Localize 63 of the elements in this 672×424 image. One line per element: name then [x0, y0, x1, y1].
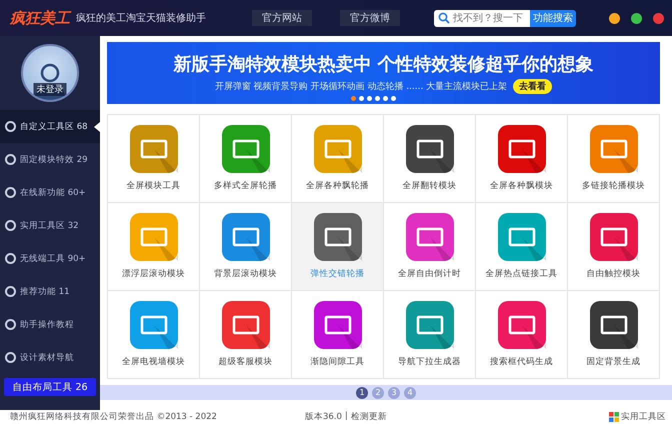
- circle-icon: [5, 121, 16, 132]
- sidebar-item[interactable]: 助手操作教程: [0, 308, 100, 341]
- circle-icon: [5, 187, 16, 198]
- version-text: 版本36.0: [304, 411, 342, 423]
- sidebar-item[interactable]: 固定模块特效 29: [0, 143, 100, 176]
- carousel-dot[interactable]: [375, 96, 380, 101]
- tool-tile[interactable]: 渐隐间隙工具: [292, 291, 384, 379]
- circle-icon: [5, 319, 16, 330]
- carousel-dot[interactable]: [367, 96, 372, 101]
- banner-title: 新版手淘特效模块热卖中 个性特效装修超乎你的想象: [173, 53, 594, 76]
- circle-icon: [5, 286, 16, 297]
- sidebar-item[interactable]: 无线端工具 90+: [0, 242, 100, 275]
- tool-tile[interactable]: 固定背景生成: [568, 291, 660, 379]
- layout-tool-button[interactable]: 自由布局工具 26: [4, 378, 96, 396]
- nav-button[interactable]: 官方网站: [252, 10, 312, 26]
- page-button[interactable]: 1: [356, 386, 368, 398]
- tool-tile[interactable]: 全屏翻转模块: [384, 115, 476, 203]
- carousel-dot[interactable]: [383, 96, 388, 101]
- carousel-dot[interactable]: [391, 96, 396, 101]
- tool-tile[interactable]: 多样式全屏轮播: [200, 115, 292, 203]
- circle-icon: [5, 220, 16, 231]
- tool-tile[interactable]: 多链接轮播模块: [568, 115, 660, 203]
- selection-notch: [94, 122, 100, 132]
- tool-tile[interactable]: 自由触控模块: [568, 203, 660, 291]
- app-tagline: 疯狂的美工淘宝天猫装修助手: [76, 12, 206, 25]
- window-control[interactable]: [609, 12, 620, 24]
- tool-tile[interactable]: 导航下拉生成器: [384, 291, 476, 379]
- sidebar-item[interactable]: 在线新功能 60+: [0, 176, 100, 209]
- tools-link[interactable]: 实用工具区: [609, 411, 666, 423]
- circle-icon: [5, 154, 16, 165]
- nav-button[interactable]: 官方微博: [340, 10, 400, 26]
- search-field[interactable]: 找不到？搜一下: [434, 10, 530, 26]
- view-button[interactable]: 去看看: [513, 79, 552, 94]
- carousel-dot[interactable]: [351, 96, 356, 101]
- tool-tile[interactable]: 全屏热点链接工具: [476, 203, 568, 291]
- copyright-text: 赣州疯狂网络科技有限公司荣誉出品 ©2013 - 2022: [10, 411, 217, 423]
- sidebar-item[interactable]: 自定义工具区 68: [0, 110, 100, 143]
- window-control[interactable]: [653, 12, 664, 24]
- circle-icon: [5, 352, 16, 363]
- sidebar-item[interactable]: 实用工具区 32: [0, 209, 100, 242]
- login-status: 未登录: [34, 83, 66, 96]
- separator-text: |: [344, 411, 348, 423]
- search-button[interactable]: 功能搜索: [530, 10, 576, 26]
- tool-tile[interactable]: 超级客服模块: [200, 291, 292, 379]
- four-squares-icon: [609, 412, 619, 422]
- circle-icon: [5, 253, 16, 264]
- sidebar-item[interactable]: 设计素材导航: [0, 341, 100, 374]
- tool-tile[interactable]: 漂浮层滚动模块: [108, 203, 200, 291]
- carousel-dot[interactable]: [359, 96, 364, 101]
- app-logo: 疯狂美工: [10, 8, 70, 28]
- tool-tile[interactable]: 全屏模块工具: [108, 115, 200, 203]
- sidebar-item[interactable]: 推荐功能 11: [0, 275, 100, 308]
- tool-tile[interactable]: 全屏各种飘轮播: [292, 115, 384, 203]
- tool-tile[interactable]: 全屏自由倒计时: [384, 203, 476, 291]
- update-link[interactable]: 检测更新: [350, 411, 387, 423]
- tool-tile[interactable]: 背景层滚动模块: [200, 203, 292, 291]
- window-control[interactable]: [631, 12, 642, 24]
- tool-tile[interactable]: 全屏各种飘模块: [476, 115, 568, 203]
- tool-tile[interactable]: 全屏电视墙模块: [108, 291, 200, 379]
- search-icon: [438, 12, 450, 24]
- avatar[interactable]: 未登录: [21, 44, 79, 102]
- tool-tile[interactable]: 搜索框代码生成: [476, 291, 568, 379]
- banner-subtitle: 开屏弹窗 视频背景导购 开场循环动画 动态轮播 ...... 大量主流模块已上架: [214, 80, 508, 93]
